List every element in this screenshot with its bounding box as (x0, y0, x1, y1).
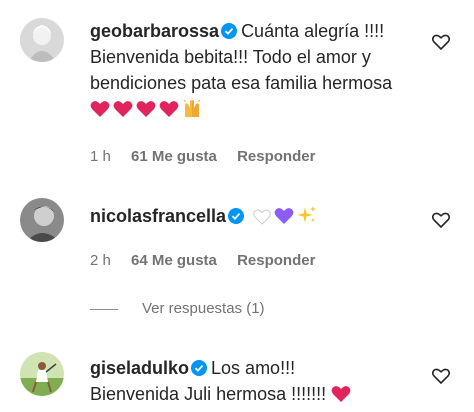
sparkles-icon (297, 206, 317, 223)
comment-meta: 1 h 61 Me gusta Responder (90, 148, 331, 165)
avatar[interactable] (20, 352, 64, 396)
like-heart-icon[interactable] (432, 212, 450, 228)
red-heart-icon (331, 386, 351, 402)
avatar[interactable] (20, 18, 64, 62)
white-heart-icon (253, 209, 271, 225)
red-heart-icon (136, 101, 156, 117)
username[interactable]: nicolasfrancella (90, 206, 226, 226)
red-heart-icon (90, 101, 110, 117)
emoji-group (90, 98, 205, 119)
comment-text-rest: Bienvenida bebita!!! Todo el amor y bend… (90, 47, 393, 93)
raising-hands-icon (183, 98, 201, 117)
red-heart-icon (113, 101, 133, 117)
reply-button[interactable]: Responder (237, 252, 315, 269)
like-heart-icon[interactable] (432, 34, 450, 50)
username[interactable]: giseladulko (90, 358, 189, 378)
red-heart-icon (159, 101, 179, 117)
comment-text-rest: Bienvenida Juli hermosa !!!!!!! (90, 384, 327, 404)
like-heart-icon[interactable] (432, 368, 450, 384)
view-replies-label: Ver respuestas (1) (142, 300, 265, 317)
username[interactable]: geobarbarossa (90, 21, 219, 41)
comment-text-line1: Los amo!!! (211, 358, 296, 378)
comment-text: nicolasfrancella (90, 203, 420, 229)
view-replies-button[interactable]: Ver respuestas (1) (90, 300, 265, 317)
verified-badge-icon (221, 23, 238, 39)
comment-text: giseladulko Los amo!!! Bienvenida Juli he… (90, 355, 420, 407)
avatar[interactable] (20, 198, 64, 242)
replies-divider (90, 308, 118, 310)
comment-text-line1: Cuánta alegría !!!! (241, 21, 385, 41)
verified-badge-icon (191, 360, 208, 376)
timestamp: 1 h (90, 148, 111, 165)
timestamp: 2 h (90, 252, 111, 269)
emoji-group (253, 206, 320, 226)
likes-count[interactable]: 61 Me gusta (131, 148, 217, 165)
likes-count[interactable]: 64 Me gusta (131, 252, 217, 269)
comment-text: geobarbarossa Cuánta alegría !!!! Bienven… (90, 18, 420, 122)
comment-meta: 2 h 64 Me gusta Responder (90, 252, 331, 269)
reply-button[interactable]: Responder (237, 148, 315, 165)
purple-heart-icon (274, 208, 294, 224)
verified-badge-icon (228, 208, 245, 224)
